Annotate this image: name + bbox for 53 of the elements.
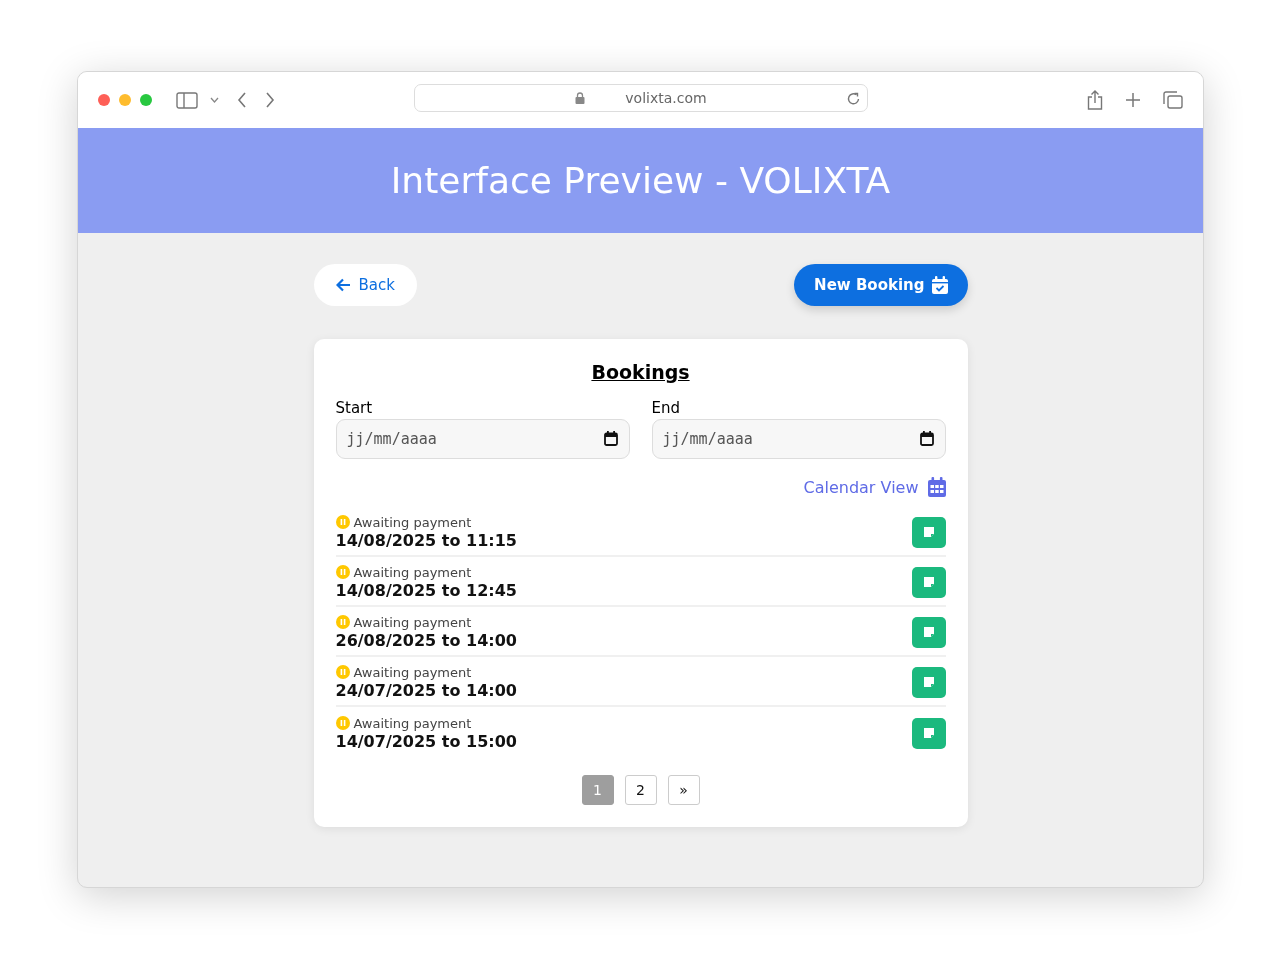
- calendar-icon: [927, 477, 946, 497]
- booking-datetime: 26/08/2025 to 14:00: [335, 630, 517, 650]
- pause-status-icon: [335, 665, 350, 679]
- date-input-field[interactable]: jj/mm/aaaa: [651, 419, 946, 459]
- booking-datetime: 14/07/2025 to 15:00: [335, 731, 517, 751]
- note-icon: [922, 576, 935, 588]
- pause-status-icon: [335, 615, 350, 629]
- booking-datetime: 14/08/2025 to 12:45: [335, 580, 517, 600]
- note-icon: [922, 727, 935, 739]
- note-icon: [922, 626, 935, 638]
- note-button[interactable]: [911, 516, 946, 548]
- pause-status-icon: [335, 515, 350, 529]
- pause-status-icon: [335, 716, 350, 730]
- page-button[interactable]: 2: [624, 775, 657, 805]
- booking-status: Awaiting payment: [353, 614, 472, 630]
- calendar-view-link[interactable]: Calendar View: [803, 477, 946, 497]
- lock-icon: [575, 92, 586, 104]
- reload-icon[interactable]: [846, 91, 861, 106]
- calendar-icon[interactable]: [919, 431, 934, 446]
- note-icon: [922, 526, 935, 538]
- field-label: End: [651, 399, 681, 417]
- section-title: Bookings: [590, 361, 691, 383]
- close-window-icon[interactable]: [98, 94, 110, 106]
- chevron-down-icon[interactable]: [210, 97, 219, 103]
- field-label: Start: [335, 399, 374, 417]
- calendar-check-icon: [931, 276, 948, 294]
- arrow-left-icon: [335, 278, 351, 292]
- booking-datetime: 14/08/2025 to 11:15: [335, 530, 517, 550]
- back-button[interactable]: Back: [313, 264, 417, 306]
- page-button[interactable]: 1: [581, 775, 614, 805]
- address-bar[interactable]: volixta.com: [414, 84, 868, 112]
- share-icon[interactable]: [1087, 90, 1103, 110]
- booking-status: Awaiting payment: [353, 564, 472, 580]
- note-button[interactable]: [911, 717, 946, 749]
- maximize-window-icon[interactable]: [140, 94, 152, 106]
- date-input-field[interactable]: jj/mm/aaaa: [335, 419, 630, 459]
- calendar-icon[interactable]: [603, 431, 618, 446]
- new-tab-icon[interactable]: [1125, 92, 1141, 108]
- tabs-overview-icon[interactable]: [1163, 91, 1183, 109]
- note-icon: [922, 676, 935, 688]
- page-title: Interface Preview - VOLIXTA: [390, 160, 891, 201]
- sidebar-icon[interactable]: [176, 91, 198, 109]
- booking-datetime: 24/07/2025 to 14:00: [335, 680, 517, 700]
- page-button[interactable]: »: [667, 775, 700, 805]
- note-button[interactable]: [911, 616, 946, 648]
- new-booking-button[interactable]: New Booking: [794, 264, 968, 306]
- note-button[interactable]: [911, 666, 946, 698]
- note-button[interactable]: [911, 566, 946, 598]
- booking-status: Awaiting payment: [353, 715, 472, 731]
- booking-status: Awaiting payment: [353, 514, 472, 530]
- booking-status: Awaiting payment: [353, 664, 472, 680]
- pause-status-icon: [335, 565, 350, 579]
- url-text: volixta.com: [625, 90, 707, 106]
